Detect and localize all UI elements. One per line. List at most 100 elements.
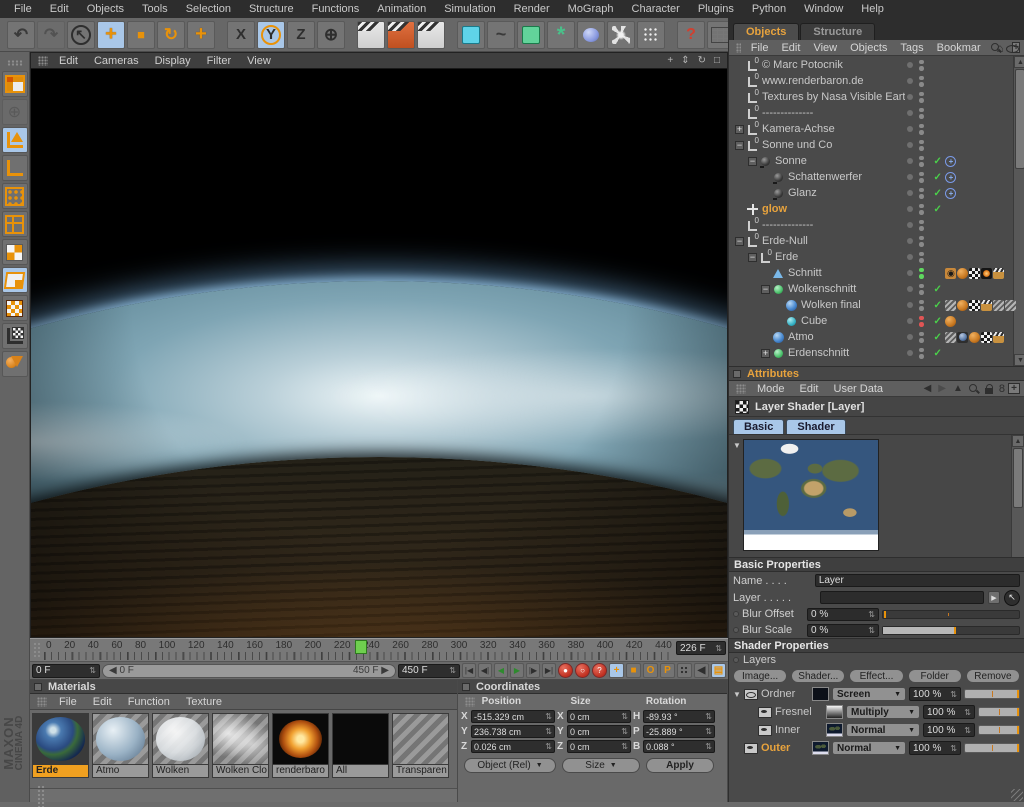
visibility-dots-icon[interactable] (919, 316, 927, 327)
layer-name[interactable]: Fresnel (775, 706, 823, 718)
object-label[interactable]: Kamera-Achse (762, 123, 905, 135)
search-icon[interactable] (989, 42, 996, 54)
opacity-slider[interactable] (964, 743, 1020, 753)
object-label[interactable]: Erde-Null (762, 235, 905, 247)
menu-item[interactable]: Functions (304, 3, 368, 15)
layer-action-button[interactable]: Image... (733, 669, 787, 683)
mode-button[interactable] (2, 211, 28, 237)
history-back-icon[interactable]: ◀ (921, 383, 935, 394)
tag-icon[interactable] (993, 268, 1004, 279)
coordinates-grip[interactable] (465, 697, 475, 707)
toolbar-button[interactable] (547, 21, 575, 49)
layer-dot-icon[interactable] (907, 350, 913, 356)
layer-dot-icon[interactable] (907, 238, 913, 244)
tag-icon[interactable] (1005, 300, 1016, 311)
search-icon[interactable] (967, 383, 981, 395)
expand-toggle-icon[interactable] (748, 253, 757, 262)
object-row[interactable]: Wolken final (729, 297, 1013, 313)
rotation-value-field[interactable]: 0.088 °⇅ (643, 740, 715, 753)
history-depth-icon[interactable]: 8 (997, 383, 1007, 395)
tag-icon[interactable] (993, 332, 1004, 343)
attributes-menu-item[interactable]: User Data (827, 383, 891, 395)
visibility-dots-icon[interactable] (919, 332, 927, 343)
toolbar-button[interactable] (487, 21, 515, 49)
manager-tab[interactable]: Objects (733, 23, 799, 40)
layer-name[interactable]: Inner (775, 724, 823, 736)
visibility-dots-icon[interactable] (919, 188, 927, 199)
mode-button[interactable] (2, 71, 28, 97)
menu-item[interactable]: Window (796, 3, 851, 15)
viewport-menu-item[interactable]: Display (148, 55, 198, 67)
visibility-dots-icon[interactable] (919, 92, 927, 103)
mode-button[interactable] (2, 267, 28, 293)
object-row[interactable]: Wolkenschnitt (729, 281, 1013, 297)
viewport-nav-icon[interactable]: □ (711, 55, 723, 66)
enable-check-icon[interactable] (933, 348, 945, 359)
layer-dot-icon[interactable] (907, 94, 913, 100)
attributes-menu-grip[interactable] (736, 384, 746, 394)
expand-toggle-icon[interactable] (735, 237, 744, 246)
material-label[interactable]: renderbaro (272, 765, 329, 778)
shader-layer-row[interactable]: Inner Normal▼ 100 %⇅ (729, 721, 1024, 739)
object-row[interactable]: Erde (729, 249, 1013, 265)
visibility-dots-icon[interactable] (919, 236, 927, 247)
blend-mode-dropdown[interactable]: Normal▼ (846, 723, 920, 737)
layer-thumbnail[interactable] (826, 723, 843, 737)
mode-button[interactable] (2, 99, 28, 125)
material-thumbnail[interactable] (32, 713, 89, 765)
filter-eye-icon[interactable] (1005, 42, 1012, 54)
layer-thumbnail[interactable] (812, 687, 829, 701)
object-label[interactable]: Erde (775, 251, 905, 263)
enable-check-icon[interactable] (933, 156, 945, 167)
layer-picker-icon[interactable]: ↖ (1004, 590, 1020, 606)
toolbar-button[interactable] (357, 21, 385, 49)
menu-item[interactable]: File (6, 3, 40, 15)
objects-menu-grip[interactable] (736, 43, 741, 53)
menu-item[interactable]: Help (853, 3, 892, 15)
start-frame-field[interactable]: 0 F⇅ (32, 664, 100, 678)
visibility-dots-icon[interactable] (919, 60, 927, 71)
object-row[interactable]: Erdenschnitt (729, 345, 1013, 361)
tag-icon[interactable] (969, 332, 980, 343)
tag-icon[interactable] (945, 188, 956, 199)
layer-dot-icon[interactable] (907, 302, 913, 308)
material-thumbnail[interactable] (212, 713, 269, 765)
mode-button[interactable] (2, 239, 28, 265)
object-row[interactable]: Sonne und Co (729, 137, 1013, 153)
material-thumbnail[interactable] (392, 713, 449, 765)
material-item[interactable]: Erde (32, 713, 89, 788)
animate-dot-icon[interactable] (733, 627, 739, 633)
keying-toggle[interactable]: + (609, 663, 624, 678)
attribute-tab[interactable]: Basic (733, 419, 784, 434)
transport-button[interactable]: ◀| (478, 663, 492, 678)
layer-dot-icon[interactable] (907, 254, 913, 260)
menu-item[interactable]: Python (744, 3, 794, 15)
tag-icon[interactable] (969, 300, 980, 311)
object-row[interactable]: -------------- (729, 217, 1013, 233)
mode-button[interactable] (2, 295, 28, 321)
materials-menu-item[interactable]: Texture (179, 696, 229, 708)
up-level-icon[interactable]: ▲ (950, 383, 966, 394)
objects-menu-item[interactable]: Objects (844, 42, 893, 54)
scroll-thumb[interactable] (1015, 69, 1024, 169)
end-frame-field[interactable]: 450 F⇅ (398, 664, 460, 678)
object-label[interactable]: Textures by Nasa Visible Eart (762, 91, 905, 103)
enable-check-icon[interactable] (933, 188, 945, 199)
tag-icon[interactable] (957, 268, 968, 279)
menu-item[interactable]: Character (624, 3, 688, 15)
ruler-scale[interactable]: 0204060801001201401601802002202402602803… (44, 639, 674, 661)
transport-button[interactable]: ◀ (494, 663, 508, 678)
materials-menu-item[interactable]: Function (121, 696, 177, 708)
visibility-dots-icon[interactable] (919, 268, 927, 279)
panel-icon[interactable] (733, 370, 741, 378)
scroll-down-icon[interactable]: ▼ (1014, 354, 1024, 366)
menu-item[interactable]: Animation (369, 3, 434, 15)
tag-icon[interactable] (945, 156, 956, 167)
panel-icon[interactable] (462, 683, 470, 691)
visibility-dots-icon[interactable] (919, 284, 927, 295)
scroll-up-icon[interactable]: ▲ (1014, 56, 1024, 68)
material-item[interactable]: Wolken (152, 713, 209, 788)
size-value-field[interactable]: 0 cm⇅ (567, 725, 631, 738)
opacity-slider[interactable] (964, 689, 1020, 699)
material-label[interactable]: Atmo (92, 765, 149, 778)
